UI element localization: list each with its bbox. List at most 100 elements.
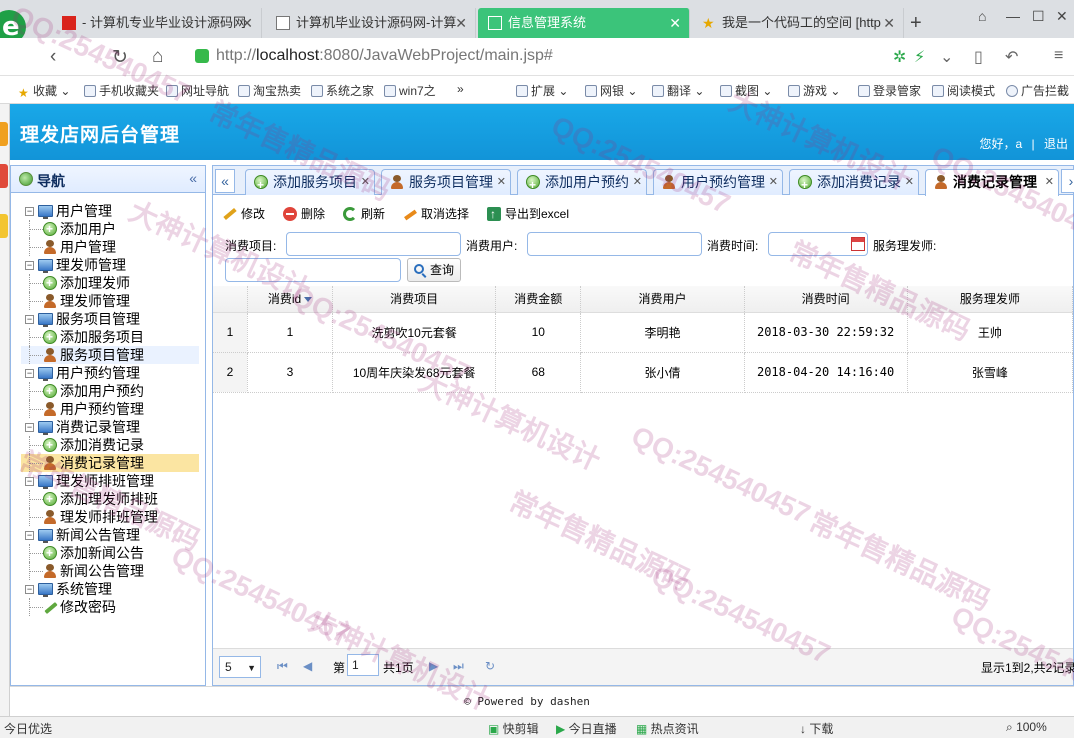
expand-icon[interactable]: − xyxy=(25,585,34,594)
column-header[interactable]: 消费id xyxy=(247,286,334,313)
bookmark-item[interactable]: 淘宝热卖 xyxy=(238,82,301,99)
column-header[interactable]: 消费时间 xyxy=(744,286,908,313)
home-icon[interactable]: ⌂ xyxy=(152,46,163,68)
bookmark-item[interactable]: 游戏 ⌄ xyxy=(788,82,840,99)
url-field[interactable]: http://localhost:8080/JavaWebProject/mai… xyxy=(190,43,880,71)
close-icon[interactable]: ✕ xyxy=(497,170,506,194)
expand-icon[interactable]: − xyxy=(25,369,34,378)
close-icon[interactable]: ✕ xyxy=(769,170,778,194)
browser-tab-1[interactable]: - 计算机专业毕业设计源码网 ✕ xyxy=(52,8,262,38)
item-input[interactable] xyxy=(286,232,461,256)
browser-tab-3[interactable]: 信息管理系统 ✕ xyxy=(478,8,690,38)
table-row[interactable]: 2 3 10周年庆染发68元套餐 68 张小倩 2018-04-20 14:16… xyxy=(213,352,1074,393)
expand-icon[interactable]: − xyxy=(25,315,34,324)
maximize-icon[interactable]: ☐ xyxy=(1032,8,1045,25)
reload-icon[interactable]: ↻ xyxy=(485,659,495,673)
nav-group[interactable]: − 理发师排班管理 xyxy=(21,472,199,490)
status-item[interactable]: ⌕ 100% xyxy=(1006,720,1047,735)
column-header[interactable]: 消费用户 xyxy=(580,286,745,313)
nav-group[interactable]: − 用户管理 xyxy=(21,202,199,220)
bookmark-item[interactable]: win7之 xyxy=(384,82,436,99)
tabs-scroll-left-icon[interactable]: « xyxy=(215,169,235,193)
expand-icon[interactable]: − xyxy=(25,477,34,486)
bookmark-item[interactable]: 扩展 ⌄ xyxy=(516,82,568,99)
nav-item[interactable]: 用户管理 xyxy=(21,238,199,256)
back-icon[interactable]: ‹ xyxy=(50,46,56,68)
nav-group[interactable]: − 新闻公告管理 xyxy=(21,526,199,544)
close-icon[interactable]: ✕ xyxy=(883,8,895,38)
bookmark-item[interactable]: 手机收藏夹 xyxy=(84,82,159,99)
bookmark-item[interactable]: 网银 ⌄ xyxy=(585,82,637,99)
skin-icon[interactable]: ⌂ xyxy=(978,8,986,24)
nav-item[interactable]: 添加理发师排班 xyxy=(21,490,199,508)
nav-item[interactable]: 添加新闻公告 xyxy=(21,544,199,562)
nav-item[interactable]: 理发师排班管理 xyxy=(21,508,199,526)
next-page-icon[interactable]: ▶ xyxy=(429,659,438,673)
side-shortcut-icon[interactable] xyxy=(0,214,8,238)
undo-icon[interactable]: ↶ xyxy=(1005,47,1018,67)
prev-page-icon[interactable]: ◀ xyxy=(303,659,312,673)
first-page-icon[interactable]: ⏮ xyxy=(277,659,288,674)
nav-item[interactable]: 添加用户 xyxy=(21,220,199,238)
expand-icon[interactable]: − xyxy=(25,261,34,270)
last-page-icon[interactable]: ⏭ xyxy=(453,659,464,674)
nav-group[interactable]: − 系统管理 xyxy=(21,580,199,598)
tab-5[interactable]: 添加消费记录✕ xyxy=(789,169,919,197)
delete-button[interactable]: 删除 xyxy=(283,204,325,224)
nav-group[interactable]: − 用户预约管理 xyxy=(21,364,199,382)
page-input[interactable]: 1 xyxy=(347,654,379,676)
cancel-select-button[interactable]: 取消选择 xyxy=(403,204,469,224)
close-icon[interactable]: ✕ xyxy=(455,8,467,38)
expand-icon[interactable]: − xyxy=(25,423,34,432)
side-shortcut-icon[interactable] xyxy=(0,164,8,188)
table-row[interactable]: 1 1 洗剪吹10元套餐 10 李明艳 2018-03-30 22:59:32 … xyxy=(213,312,1074,353)
nav-item[interactable]: 新闻公告管理 xyxy=(21,562,199,580)
page-size-select[interactable]: 5 xyxy=(219,656,261,678)
close-icon[interactable]: ✕ xyxy=(669,8,681,38)
reload-icon[interactable]: ↻ xyxy=(112,46,128,69)
refresh-button[interactable]: 刷新 xyxy=(343,204,385,224)
side-shortcut-icon[interactable] xyxy=(0,122,8,146)
close-icon[interactable]: ✕ xyxy=(241,8,253,38)
minimize-icon[interactable]: — xyxy=(1006,8,1020,24)
nav-item[interactable]: 添加消费记录 xyxy=(21,436,199,454)
nav-item[interactable]: 用户预约管理 xyxy=(21,400,199,418)
close-icon[interactable]: ✕ xyxy=(905,170,914,194)
barber-input[interactable] xyxy=(225,258,401,282)
nav-group[interactable]: − 理发师管理 xyxy=(21,256,199,274)
status-item[interactable]: ▦ 热点资讯 xyxy=(636,720,699,737)
menu-icon[interactable]: ≡ xyxy=(1054,47,1063,65)
status-item[interactable]: ↓ 下载 xyxy=(800,720,833,737)
expand-icon[interactable]: − xyxy=(25,207,34,216)
nav-item[interactable]: 服务项目管理 xyxy=(21,346,199,364)
status-item[interactable]: ▶ 今日直播 xyxy=(556,720,617,737)
tab-4[interactable]: 用户预约管理 ✕ xyxy=(653,169,783,195)
dropdown-icon[interactable]: ⌄ xyxy=(940,47,953,67)
status-item[interactable]: ▣ 快剪辑 xyxy=(488,720,539,737)
close-icon[interactable]: ✕ xyxy=(1045,170,1054,194)
nav-group[interactable]: − 服务项目管理 xyxy=(21,310,199,328)
nav-item[interactable]: 添加服务项目 xyxy=(21,328,199,346)
column-header[interactable]: 消费项目 xyxy=(332,286,497,313)
collapse-icon[interactable]: « xyxy=(189,170,197,186)
tab-6[interactable]: 消费记录管理 ✕ xyxy=(925,169,1059,196)
status-item[interactable]: 今日优选 xyxy=(4,720,52,737)
nav-item[interactable]: 添加用户预约 xyxy=(21,382,199,400)
bookmark-item[interactable]: 翻译 ⌄ xyxy=(652,82,704,99)
more-bookmarks-icon[interactable]: » xyxy=(457,82,464,96)
bookmark-item[interactable]: ★ 收藏 ⌄ xyxy=(18,82,70,100)
calendar-icon[interactable] xyxy=(851,237,865,251)
tab-3[interactable]: 添加用户预约✕ xyxy=(517,169,647,197)
speed-icon[interactable]: ✲ xyxy=(893,47,906,67)
close-icon[interactable]: ✕ xyxy=(361,170,370,194)
bookmark-item[interactable]: 网址导航 xyxy=(166,82,229,99)
user-input[interactable] xyxy=(527,232,702,256)
time-input[interactable] xyxy=(768,232,868,256)
tab-1[interactable]: 添加服务项目✕ xyxy=(245,169,375,197)
tab-2[interactable]: 服务项目管理 ✕ xyxy=(381,169,511,195)
bookmark-item[interactable]: 广告拦截 xyxy=(1006,82,1069,99)
bookmark-item[interactable]: 登录管家 xyxy=(858,82,921,99)
nav-item[interactable]: 理发师管理 xyxy=(21,292,199,310)
column-header[interactable]: 服务理发师 xyxy=(907,286,1074,313)
phone-icon[interactable]: ▯ xyxy=(974,47,983,67)
